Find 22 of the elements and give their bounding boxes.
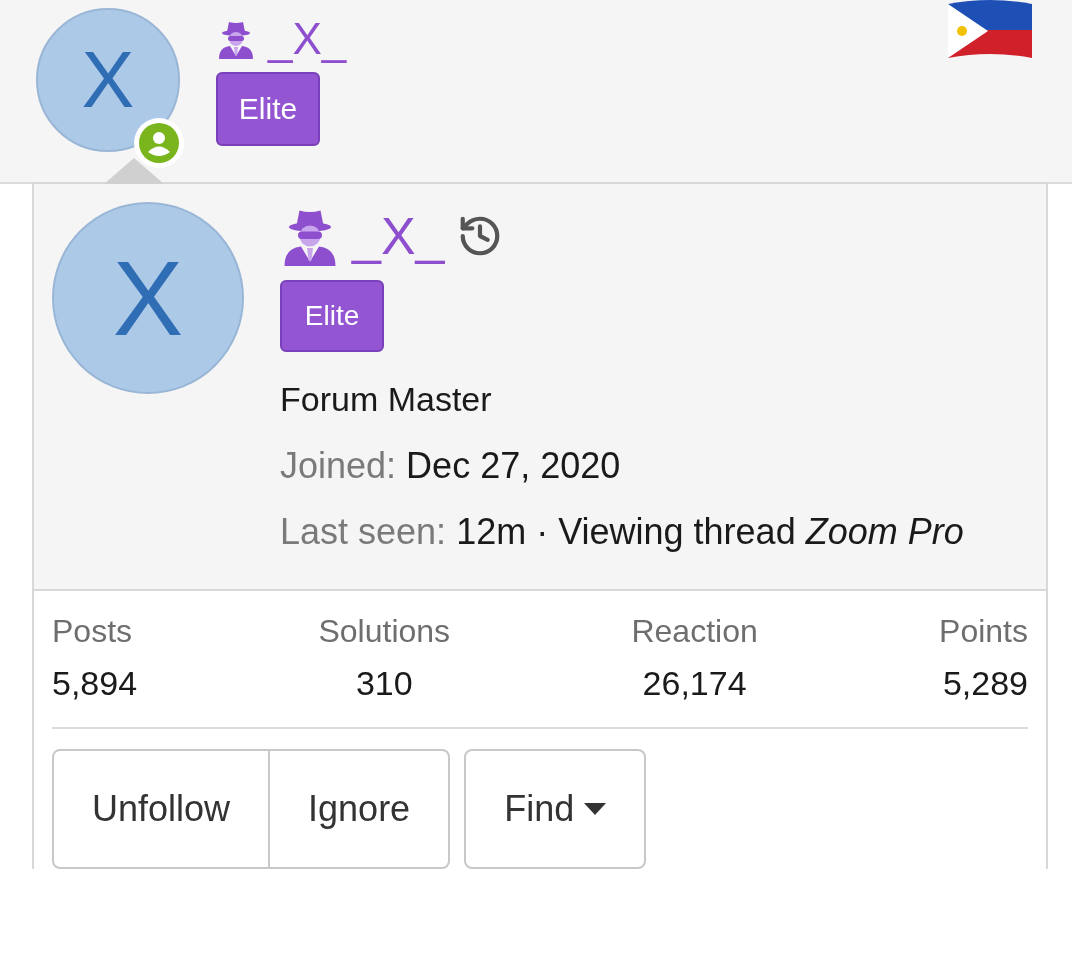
stat-value: 5,289 — [942, 664, 1028, 703]
stat-label: Posts — [52, 613, 133, 650]
stat-label: Solutions — [318, 613, 451, 650]
user-banner: Elite — [280, 280, 384, 352]
stat-value: 310 — [355, 664, 413, 703]
action-button[interactable]: Unfollow — [52, 749, 271, 869]
stat-value: 5,894 — [52, 664, 138, 703]
detail-line: Joined: Dec 27, 2020 — [280, 444, 622, 488]
find-menu-button[interactable]: Find — [464, 749, 647, 869]
stat-value: 26,174 — [642, 664, 747, 703]
caret-icon — [584, 803, 607, 815]
user-avatar[interactable]: X — [52, 202, 244, 394]
username[interactable]: _X_ — [268, 14, 347, 64]
username[interactable]: _X_ — [352, 206, 445, 266]
action-button[interactable]: Ignore — [270, 749, 451, 869]
user-title: Forum Master — [280, 380, 493, 419]
user-avatar[interactable]: X — [36, 8, 180, 152]
spy-icon — [216, 19, 256, 59]
stat-label: Reaction — [631, 613, 758, 650]
stat-label: Points — [939, 613, 1028, 650]
detail-line: Last seen: 12m · Viewing thread Zoom Pro — [280, 510, 965, 554]
user-banner: Elite — [216, 72, 320, 146]
